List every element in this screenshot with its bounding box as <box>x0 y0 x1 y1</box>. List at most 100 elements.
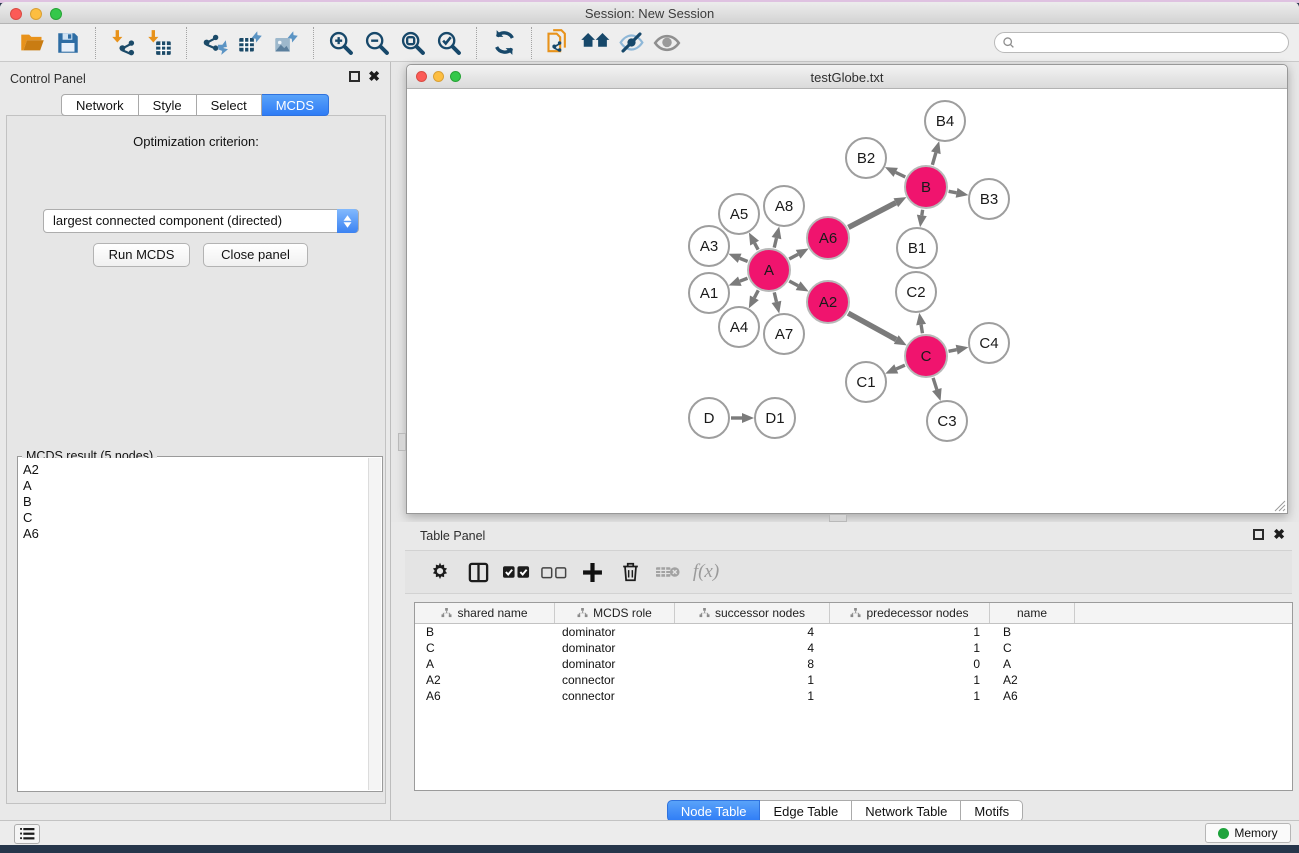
node-B1[interactable]: B1 <box>897 228 937 268</box>
node-C[interactable]: C <box>905 335 947 377</box>
save-session-icon[interactable] <box>53 28 83 58</box>
table-row[interactable]: A6connector11A6 <box>415 688 1292 704</box>
tab-node-table[interactable]: Node Table <box>667 800 761 822</box>
import-network-icon[interactable] <box>108 28 138 58</box>
cell[interactable]: 4 <box>675 624 830 640</box>
cell[interactable]: A <box>415 656 555 672</box>
edge-A2-C[interactable] <box>848 313 896 339</box>
export-network-icon[interactable] <box>199 28 229 58</box>
edge-A6-B[interactable] <box>848 203 895 228</box>
cell[interactable]: 8 <box>675 656 830 672</box>
node-C4[interactable]: C4 <box>969 323 1009 363</box>
cell[interactable]: A <box>990 656 1075 672</box>
panel-splitter-handle[interactable] <box>398 433 406 451</box>
column-header-MCDS-role[interactable]: MCDS role <box>555 603 675 623</box>
edge-C-C3[interactable] <box>933 378 937 390</box>
cell[interactable]: connector <box>555 672 675 688</box>
cell[interactable]: B <box>990 624 1075 640</box>
node-D[interactable]: D <box>689 398 729 438</box>
add-column-icon[interactable] <box>575 557 609 587</box>
edge-C-C1[interactable] <box>896 365 905 369</box>
cell[interactable]: 1 <box>830 688 990 704</box>
settings-gear-icon[interactable] <box>423 557 457 587</box>
cell[interactable]: C <box>415 640 555 656</box>
node-A[interactable]: A <box>748 249 790 291</box>
edge-A-A4[interactable] <box>754 290 758 297</box>
edge-B-B2[interactable] <box>896 172 906 177</box>
column-header-name[interactable]: name <box>990 603 1075 623</box>
cell[interactable]: C <box>990 640 1075 656</box>
result-list-item[interactable]: B <box>23 494 368 510</box>
float-panel-icon[interactable] <box>349 71 360 82</box>
resize-grip-icon[interactable] <box>1274 500 1286 512</box>
zoom-selected-icon[interactable] <box>434 28 464 58</box>
show-panel-eye-icon[interactable] <box>652 28 682 58</box>
node-B3[interactable]: B3 <box>969 179 1009 219</box>
network-canvas[interactable]: B4B2BB3B1A5A8A6A3AA1C2A4A7A2CC4C1C3DD1 <box>407 89 1287 513</box>
cell[interactable]: A6 <box>990 688 1075 704</box>
cell[interactable]: A6 <box>415 688 555 704</box>
node-D1[interactable]: D1 <box>755 398 795 438</box>
tab-network-table[interactable]: Network Table <box>852 800 961 822</box>
network-window-titlebar[interactable]: testGlobe.txt <box>407 65 1287 89</box>
node-B[interactable]: B <box>905 166 947 208</box>
edge-A-A5[interactable] <box>755 243 759 250</box>
optimization-criterion-select[interactable]: largest connected component (directed) <box>43 209 359 233</box>
tab-motifs[interactable]: Motifs <box>961 800 1023 822</box>
tab-network[interactable]: Network <box>61 94 139 116</box>
edge-B-B3[interactable] <box>949 191 957 193</box>
node-A1[interactable]: A1 <box>689 273 729 313</box>
edge-B-B1[interactable] <box>922 210 923 216</box>
edge-A-A2[interactable] <box>789 281 798 286</box>
cell[interactable]: A2 <box>990 672 1075 688</box>
table-row[interactable]: Bdominator41B <box>415 624 1292 640</box>
cell[interactable]: 1 <box>675 688 830 704</box>
node-A3[interactable]: A3 <box>689 226 729 266</box>
table-row[interactable]: Adominator80A <box>415 656 1292 672</box>
export-table-icon[interactable] <box>235 28 265 58</box>
cell[interactable]: 1 <box>830 672 990 688</box>
task-history-button[interactable] <box>14 824 40 844</box>
result-list-item[interactable]: A6 <box>23 526 368 542</box>
show-columns-icon[interactable] <box>461 557 495 587</box>
table-row[interactable]: A2connector11A2 <box>415 672 1292 688</box>
tab-select[interactable]: Select <box>197 94 262 116</box>
edge-C-C2[interactable] <box>921 325 922 334</box>
cell[interactable]: 1 <box>830 624 990 640</box>
node-A5[interactable]: A5 <box>719 194 759 234</box>
node-A2[interactable]: A2 <box>807 281 849 323</box>
close-panel-icon[interactable]: ✖ <box>368 71 380 82</box>
deselect-all-icon[interactable] <box>537 557 571 587</box>
edge-A-A3[interactable] <box>740 258 748 261</box>
edge-A-A8[interactable] <box>774 238 776 247</box>
import-table-icon[interactable] <box>144 28 174 58</box>
close-table-panel-icon[interactable]: ✖ <box>1273 529 1285 540</box>
tab-mcds[interactable]: MCDS <box>262 94 329 116</box>
column-header-successor-nodes[interactable]: successor nodes <box>675 603 830 623</box>
duplicate-network-icon[interactable] <box>544 28 574 58</box>
result-scrollbar[interactable] <box>368 458 381 790</box>
result-list-item[interactable]: A <box>23 478 368 494</box>
cell[interactable]: 1 <box>675 672 830 688</box>
refresh-icon[interactable] <box>489 28 519 58</box>
edge-A-A6[interactable] <box>789 254 798 259</box>
edge-A-A7[interactable] <box>774 292 776 301</box>
tab-edge-table[interactable]: Edge Table <box>760 800 852 822</box>
node-A6[interactable]: A6 <box>807 217 849 259</box>
cell[interactable]: 1 <box>830 640 990 656</box>
result-list-item[interactable]: A2 <box>23 462 368 478</box>
cell[interactable]: dominator <box>555 656 675 672</box>
select-all-icon[interactable] <box>499 557 533 587</box>
edge-A-A1[interactable] <box>740 278 748 281</box>
edge-C-C4[interactable] <box>949 350 957 352</box>
float-table-panel-icon[interactable] <box>1253 529 1264 540</box>
close-panel-button[interactable]: Close panel <box>203 243 308 267</box>
cell[interactable]: dominator <box>555 640 675 656</box>
zoom-fit-icon[interactable] <box>398 28 428 58</box>
clear-table-icon[interactable] <box>651 557 685 587</box>
delete-column-icon[interactable] <box>613 557 647 587</box>
edge-B-B4[interactable] <box>932 153 936 165</box>
node-A8[interactable]: A8 <box>764 186 804 226</box>
cell[interactable]: 0 <box>830 656 990 672</box>
zoom-in-icon[interactable] <box>326 28 356 58</box>
